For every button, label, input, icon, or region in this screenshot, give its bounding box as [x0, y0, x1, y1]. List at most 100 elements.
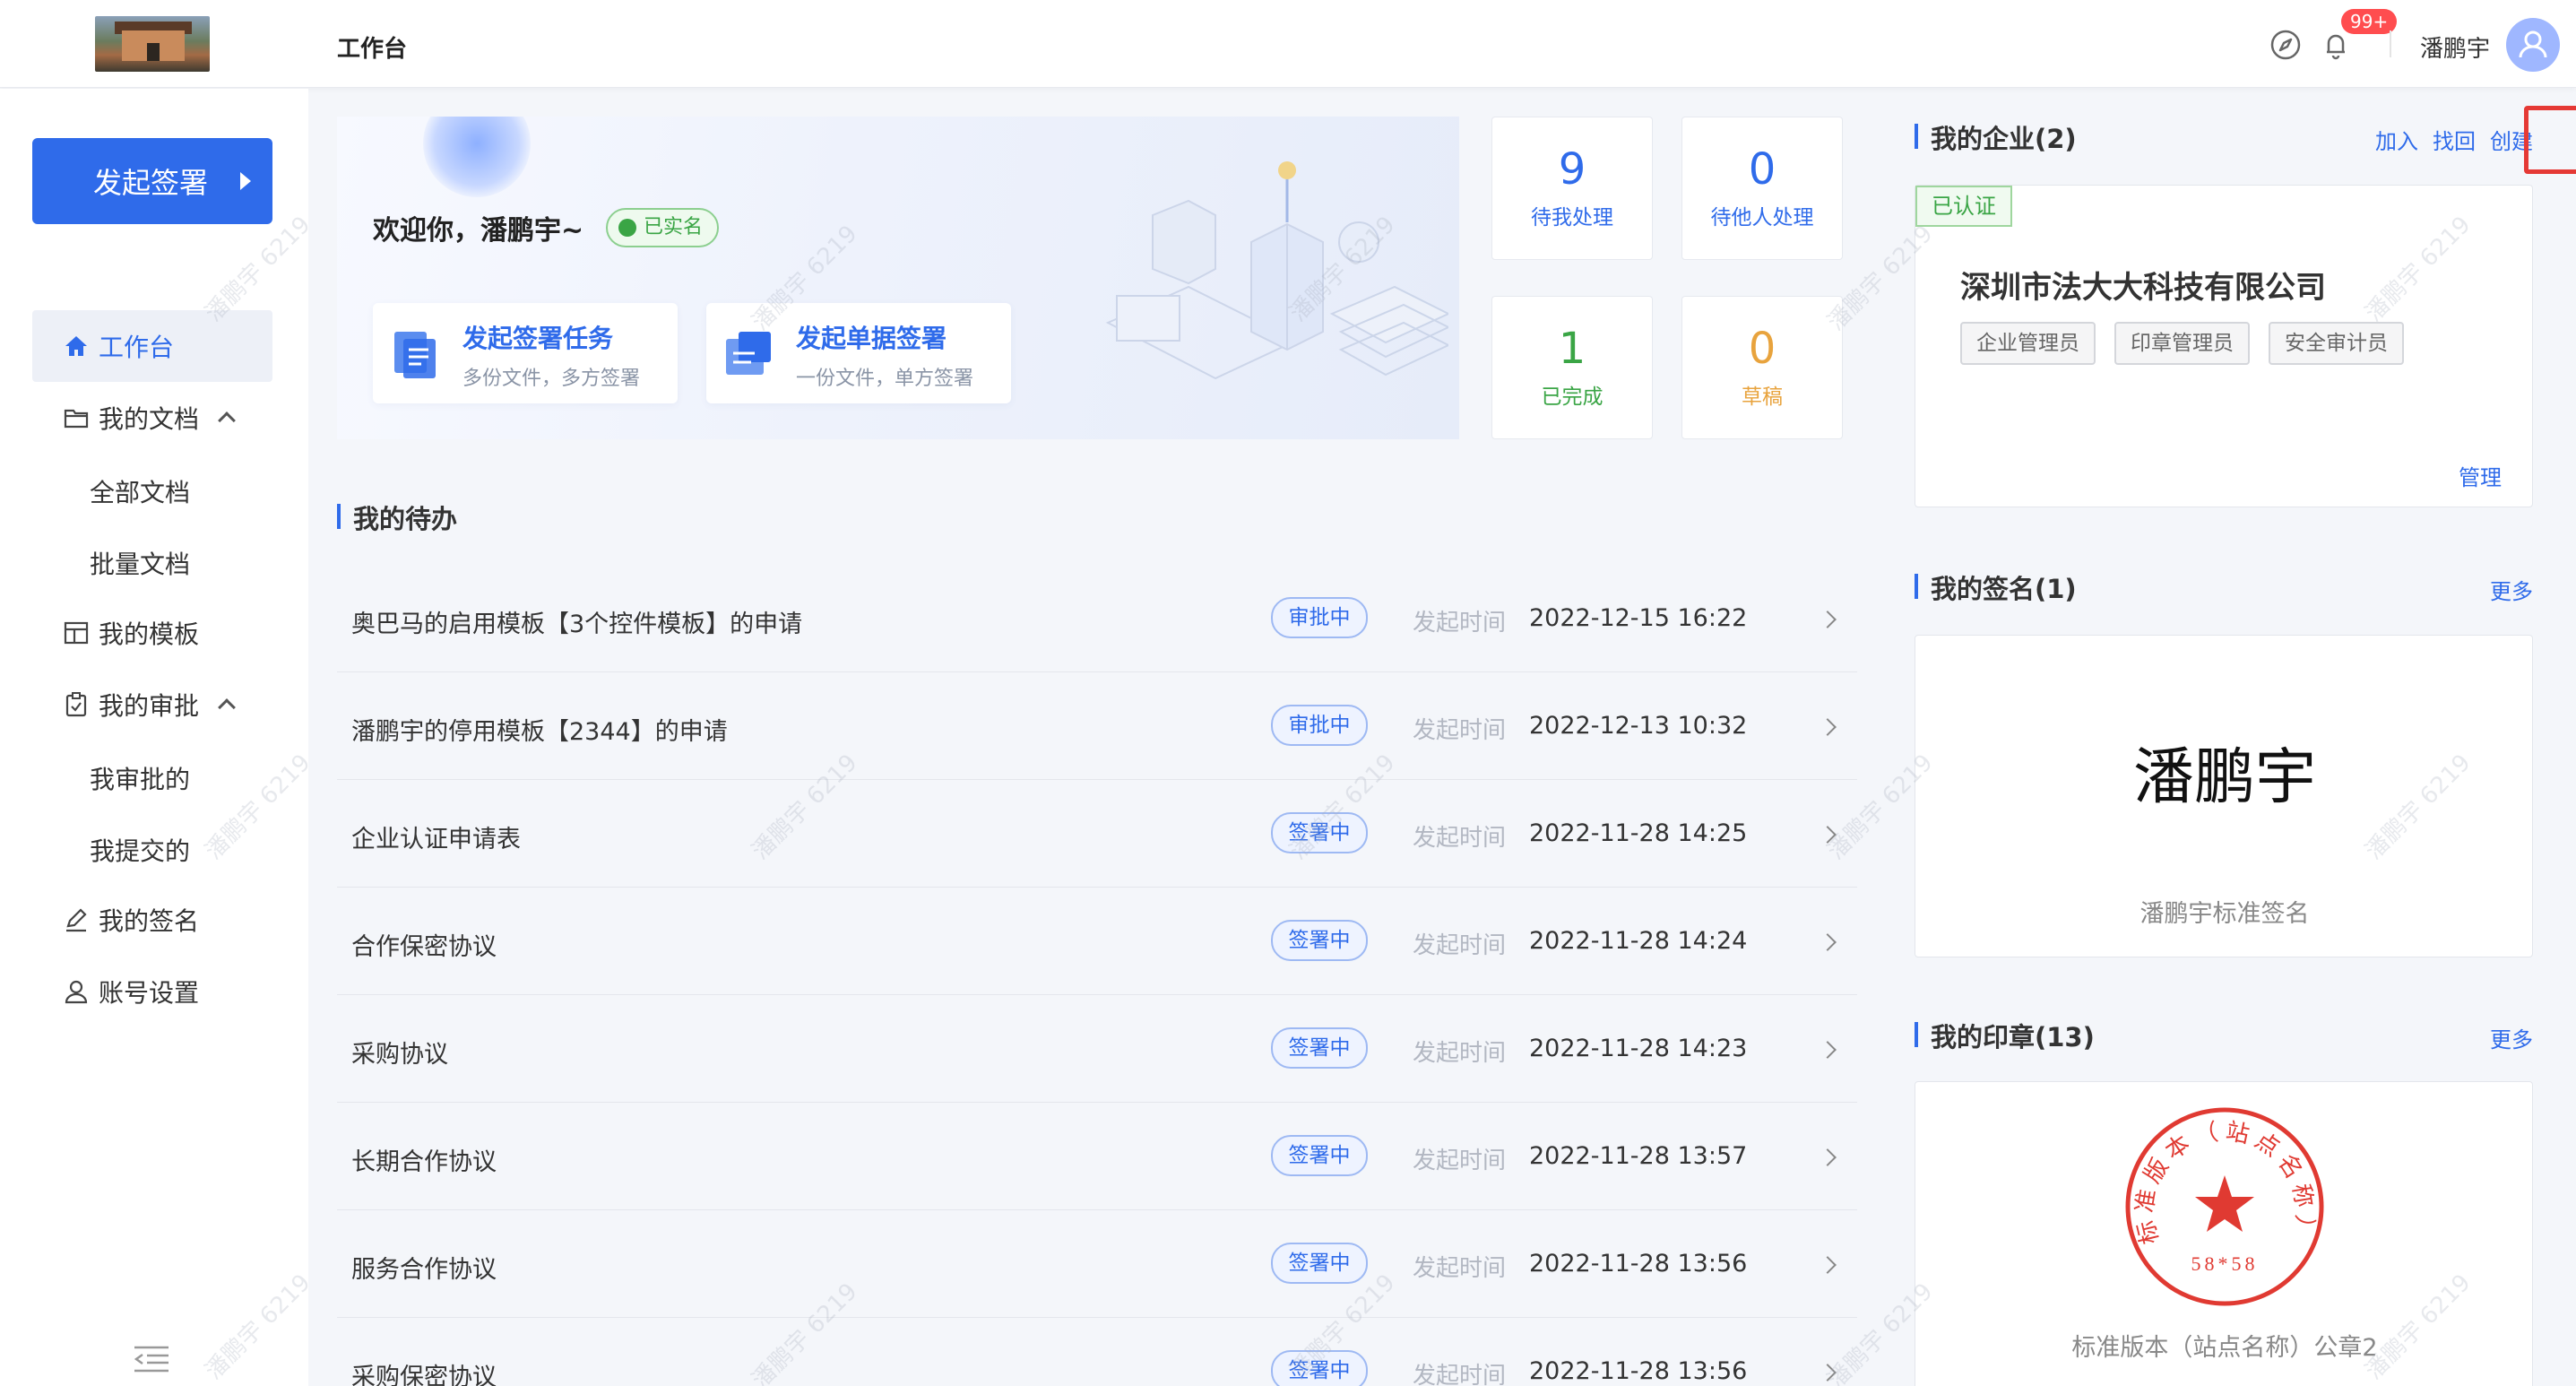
user-icon — [61, 976, 91, 1007]
stat-label: 待他人处理 — [1710, 206, 1814, 230]
signature-more-link[interactable]: 更多 — [2490, 574, 2533, 605]
signature-section-title: 我的签名(1) — [1915, 568, 2077, 606]
time-label: 发起时间 — [1413, 825, 1507, 852]
notification-badge: 99+ — [2341, 9, 2398, 34]
username[interactable]: 潘鹏宇 — [2420, 30, 2490, 64]
sidebar-item-label: 我的签名 — [99, 906, 200, 936]
time-label: 发起时间 — [1413, 1363, 1507, 1386]
join-link[interactable]: 加入 — [2375, 124, 2418, 155]
stat-label: 待我处理 — [1531, 206, 1613, 230]
sidebar-item-my-documents[interactable]: 我的文档 — [32, 382, 272, 454]
divider — [2390, 30, 2391, 57]
sidebar-item-label: 工作台 — [99, 333, 175, 362]
chevron-right-icon — [1819, 1256, 1837, 1274]
top-bar: 工作台 99+ 潘鹏宇 — [0, 0, 2576, 88]
stat-pending-others[interactable]: 0 待他人处理 — [1681, 117, 1843, 260]
stat-completed[interactable]: 1 已完成 — [1491, 296, 1653, 439]
start-bill-title: 发起单据签署 — [796, 324, 947, 353]
welcome-text: 欢迎你，潘鹏宇~ — [373, 215, 584, 247]
logo[interactable] — [95, 16, 210, 72]
todo-title: 采购协议 — [351, 1041, 448, 1069]
verified-icon — [618, 219, 636, 237]
verified-label: 已实名 — [644, 216, 704, 238]
certified-badge: 已认证 — [1915, 186, 2012, 227]
time-label: 发起时间 — [1413, 932, 1507, 959]
sidebar-item-approved-by-me[interactable]: 我审批的 — [90, 760, 190, 796]
verified-badge: 已实名 — [606, 208, 720, 247]
sidebar-item-label: 我的审批 — [99, 691, 200, 721]
banner-illustration — [1105, 161, 1448, 380]
todo-time: 2022-11-28 14:23 — [1529, 1035, 1748, 1062]
avatar[interactable] — [2506, 18, 2560, 72]
caret-right-icon — [240, 172, 251, 190]
recover-link[interactable]: 找回 — [2433, 124, 2476, 155]
stat-value: 1 — [1558, 324, 1586, 374]
table-row[interactable]: 服务合作协议 签署中 发起时间 2022-11-28 13:56 — [337, 1210, 1857, 1318]
status-badge: 签署中 — [1271, 1243, 1368, 1284]
table-row[interactable]: 奥巴马的启用模板【3个控件模板】的申请 审批中 发起时间 2022-12-15 … — [337, 565, 1857, 672]
template-icon — [61, 618, 91, 648]
sidebar-item-label: 我的模板 — [99, 619, 200, 649]
sidebar-item-all-documents[interactable]: 全部文档 — [90, 473, 190, 509]
collapse-menu-icon[interactable] — [133, 1345, 170, 1373]
sidebar-item-my-signature[interactable]: 我的签名 — [32, 884, 272, 956]
todo-time: 2022-12-13 10:32 — [1529, 712, 1748, 740]
clipboard-icon — [61, 689, 91, 720]
start-signing-button[interactable]: 发起签署 — [32, 138, 272, 224]
signature-caption: 潘鹏宇标准签名 — [2139, 900, 2310, 928]
status-badge: 签署中 — [1271, 1027, 1368, 1069]
role-tag: 企业管理员 — [1960, 322, 2096, 365]
table-row[interactable]: 长期合作协议 签署中 发起时间 2022-11-28 13:57 — [337, 1103, 1857, 1210]
todo-time: 2022-11-28 13:56 — [1529, 1250, 1748, 1278]
seal-section-title: 我的印章(13) — [1915, 1017, 2095, 1054]
compass-icon[interactable] — [2268, 27, 2304, 63]
stat-value: 0 — [1748, 324, 1776, 374]
time-label: 发起时间 — [1413, 610, 1507, 637]
seal-number: 58*58 — [2191, 1252, 2259, 1275]
sidebar-item-my-approvals[interactable]: 我的审批 — [32, 669, 272, 741]
user-avatar-icon — [2519, 30, 2547, 58]
manage-link[interactable]: 管理 — [2459, 460, 2502, 491]
sidebar-item-submitted-by-me[interactable]: 我提交的 — [90, 832, 190, 868]
time-label: 发起时间 — [1413, 1255, 1507, 1282]
todo-title: 企业认证申请表 — [351, 826, 521, 853]
stat-drafts[interactable]: 0 草稿 — [1681, 296, 1843, 439]
sidebar-item-workbench[interactable]: 工作台 — [32, 310, 272, 382]
stat-value: 9 — [1558, 144, 1586, 195]
todo-title: 服务合作协议 — [351, 1256, 497, 1284]
chevron-right-icon — [1819, 933, 1837, 951]
company-name: 深圳市法大大科技有限公司 — [1960, 270, 2326, 306]
chevron-right-icon — [1819, 718, 1837, 736]
status-badge: 审批中 — [1271, 597, 1368, 638]
welcome-banner: 欢迎你，潘鹏宇~ 已实名 发起签署任务 多份文件，多方签署 发起单据签署 一份文… — [337, 117, 1459, 439]
stat-label: 已完成 — [1541, 385, 1604, 409]
chevron-right-icon — [1819, 1148, 1837, 1166]
table-row[interactable]: 潘鹏宇的停用模板【2344】的申请 审批中 发起时间 2022-12-13 10… — [337, 672, 1857, 780]
todo-time: 2022-11-28 13:57 — [1529, 1142, 1748, 1170]
todo-time: 2022-12-15 16:22 — [1529, 604, 1748, 632]
enterprise-section-title: 我的企业(2) — [1915, 118, 2077, 156]
start-task-subtitle: 多份文件，多方签署 — [462, 368, 641, 390]
pen-icon — [61, 905, 91, 935]
stat-pending-me[interactable]: 9 待我处理 — [1491, 117, 1653, 260]
sidebar-item-account-settings[interactable]: 账号设置 — [32, 956, 272, 1027]
table-row[interactable]: 采购协议 签署中 发起时间 2022-11-28 14:23 — [337, 995, 1857, 1103]
todo-title: 长期合作协议 — [351, 1148, 497, 1176]
stat-value: 0 — [1748, 144, 1776, 195]
table-row[interactable]: 采购保密协议 签署中 发起时间 2022-11-28 13:56 — [337, 1318, 1857, 1386]
seal-card[interactable]: 标准版本（站点名称） 58*58 标准版本（站点名称）公章2 — [1915, 1081, 2533, 1386]
todo-time: 2022-11-28 14:24 — [1529, 927, 1748, 955]
start-task-card[interactable]: 发起签署任务 多份文件，多方签署 — [373, 303, 678, 403]
status-badge: 审批中 — [1271, 705, 1368, 746]
sidebar-item-label: 账号设置 — [99, 978, 200, 1008]
todo-title: 潘鹏宇的停用模板【2344】的申请 — [351, 718, 728, 746]
sidebar-item-my-templates[interactable]: 我的模板 — [32, 597, 272, 669]
status-badge: 签署中 — [1271, 1135, 1368, 1176]
table-row[interactable]: 合作保密协议 签署中 发起时间 2022-11-28 14:24 — [337, 888, 1857, 995]
todo-time: 2022-11-28 14:25 — [1529, 819, 1748, 847]
seal-more-link[interactable]: 更多 — [2490, 1022, 2533, 1053]
table-row[interactable]: 企业认证申请表 签署中 发起时间 2022-11-28 14:25 — [337, 780, 1857, 888]
seal-stamp-icon: 标准版本（站点名称） 58*58 — [2125, 1107, 2324, 1306]
sidebar-item-batch-documents[interactable]: 批量文档 — [90, 545, 190, 581]
todo-title: 采购保密协议 — [351, 1364, 497, 1386]
